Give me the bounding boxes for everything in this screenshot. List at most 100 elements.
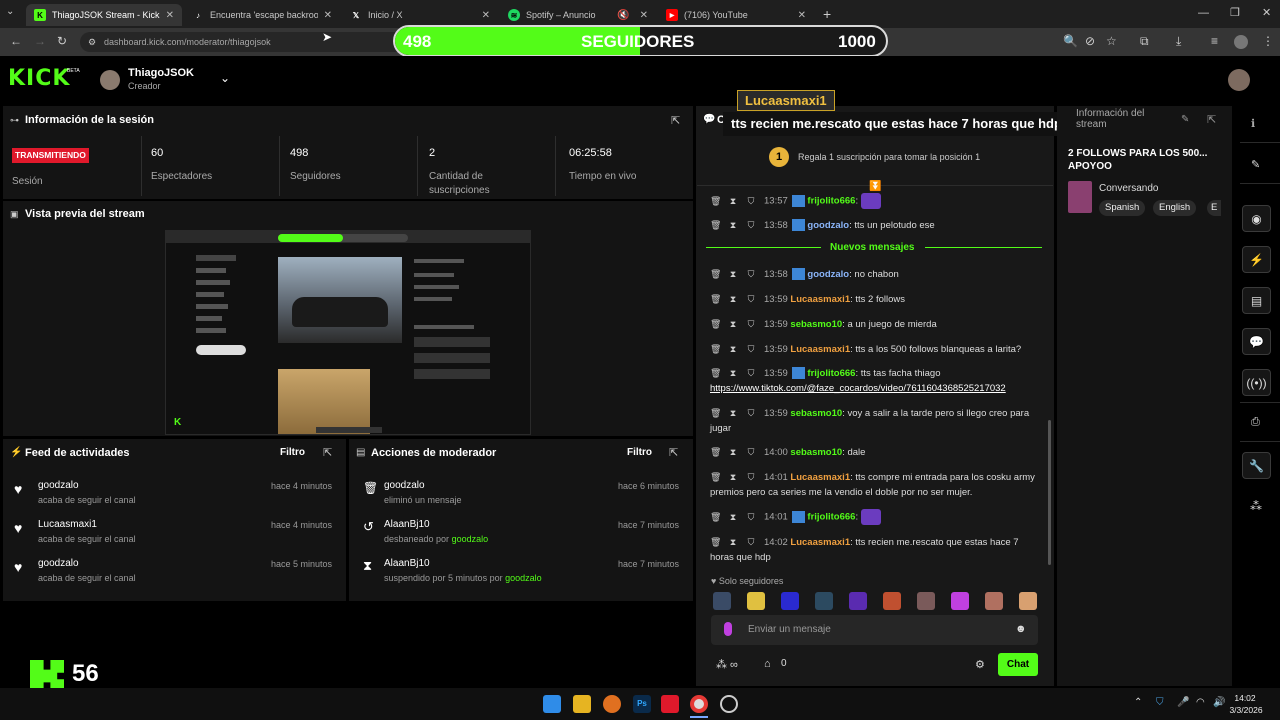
trash-icon[interactable]: 🗑 [710, 470, 721, 485]
tab-spotify[interactable]: ≋ Spotify – Anuncio 🔇 ✕ [500, 4, 656, 26]
dots-icon[interactable]: ⁂ [1250, 499, 1262, 513]
chat-username[interactable]: goodzalo [807, 220, 849, 231]
wifi-icon[interactable]: ◠ [1196, 697, 1205, 708]
chevron-down-icon[interactable]: ⌄ [220, 71, 230, 85]
chat-input[interactable]: Enviar un mensaje ☻ [711, 615, 1038, 645]
tab-kick[interactable]: K ThiagoJSOK Stream - Kick Dashb ✕ [26, 4, 182, 26]
trash-icon[interactable]: 🗑 [710, 317, 721, 332]
trash-icon[interactable]: 🗑 [710, 218, 721, 233]
extensions-icon[interactable]: ⧉ [1140, 34, 1149, 49]
trash-icon[interactable]: 🗑 [710, 445, 721, 460]
filter-button[interactable]: Filtro [280, 447, 305, 458]
hourglass-icon[interactable]: ⧗ [728, 445, 738, 460]
bolt-icon[interactable]: ⚡ [1242, 246, 1271, 273]
shield-icon[interactable]: ⛉ [746, 535, 756, 550]
wps-icon[interactable] [661, 695, 679, 713]
shield-icon[interactable]: ⛉ [746, 406, 756, 421]
close-window-button[interactable]: ✕ [1262, 6, 1271, 19]
steam-icon[interactable] [720, 695, 738, 713]
popout-icon[interactable]: ⇱ [323, 446, 332, 459]
hourglass-icon[interactable]: ⧗ [728, 194, 738, 209]
url-field[interactable]: ⚙ dashboard.kick.com/moderator/thiagojso… [80, 32, 410, 52]
menu-icon[interactable]: ⋮ [1262, 34, 1274, 48]
trash-icon[interactable]: 🗑 [710, 342, 721, 357]
shield-icon[interactable]: ⛉ [746, 366, 756, 381]
shield-icon[interactable]: ⛉ [746, 194, 756, 209]
camera-icon[interactable]: ◉ [1242, 205, 1271, 232]
tab-search-icon[interactable]: ≡ [1211, 34, 1218, 48]
profile-avatar[interactable] [1234, 35, 1248, 49]
mod-by-user[interactable]: goodzalo [505, 573, 542, 583]
maximize-button[interactable]: ❐ [1230, 6, 1240, 19]
hourglass-icon[interactable]: ⧗ [728, 342, 738, 357]
close-icon[interactable]: ✕ [324, 10, 332, 21]
shield-icon[interactable]: ⛉ [746, 510, 756, 525]
pencil-icon[interactable]: ✎ [1251, 158, 1260, 171]
gear-icon[interactable]: ⚙ [975, 658, 985, 671]
points-icon[interactable]: ⁂ ∞ [716, 658, 738, 671]
chat-username[interactable]: frijolito666 [807, 512, 855, 523]
chat-username[interactable]: sebasmo10 [790, 408, 842, 419]
emote-icon[interactable] [713, 592, 731, 610]
printer-icon[interactable]: ⎙ [1251, 416, 1260, 429]
trash-icon[interactable]: 🗑 [710, 535, 721, 550]
close-icon[interactable]: ✕ [640, 10, 648, 21]
hourglass-icon[interactable]: ⧗ [728, 366, 738, 381]
emote-icon[interactable] [883, 592, 901, 610]
hourglass-icon[interactable]: ⧗ [728, 218, 738, 233]
emote-picker-icon[interactable] [724, 622, 732, 636]
hourglass-icon[interactable]: ⧗ [728, 317, 738, 332]
chat-username[interactable]: Lucaasmaxi1 [790, 294, 850, 305]
close-icon[interactable]: ✕ [482, 10, 490, 21]
document-icon[interactable]: ▤ [1242, 287, 1271, 314]
wrench-icon[interactable]: 🔧 [1242, 452, 1271, 479]
send-chat-button[interactable]: Chat [998, 653, 1038, 676]
back-icon[interactable]: ← [10, 34, 22, 48]
chat-icon[interactable]: 💬 [1242, 328, 1271, 355]
trash-icon[interactable]: 🗑 [710, 366, 721, 381]
file-explorer-icon[interactable] [573, 695, 591, 713]
emote-icon[interactable] [917, 592, 935, 610]
clock-date[interactable]: 3/3/2026 [1228, 705, 1264, 715]
emote-icon[interactable] [951, 592, 969, 610]
chat-username[interactable]: goodzalo [807, 269, 849, 280]
chat-username[interactable]: frijolito666 [807, 196, 855, 207]
user-avatar-menu[interactable] [1228, 69, 1250, 91]
mod-by-user[interactable]: goodzalo [452, 534, 489, 544]
chat-username[interactable]: Lucaasmaxi1 [790, 472, 850, 483]
tab-youtube[interactable]: ▶ (7106) YouTube ✕ [658, 4, 814, 26]
chat-scrollbar[interactable] [1048, 420, 1051, 565]
forward-icon[interactable]: → [34, 34, 46, 48]
bookmark-star-icon[interactable]: ☆ [1106, 34, 1117, 48]
chat-username[interactable]: Lucaasmaxi1 [790, 537, 850, 548]
windows-start-icon[interactable] [543, 695, 561, 713]
info-icon[interactable]: ℹ [1251, 117, 1255, 130]
hourglass-icon[interactable]: ⧗ [728, 267, 738, 282]
popout-icon[interactable]: ⇱ [671, 114, 680, 127]
security-icon[interactable]: ⛉ [1156, 697, 1164, 708]
edit-icon[interactable]: ✎ [1181, 114, 1189, 125]
filter-button[interactable]: Filtro [627, 447, 652, 458]
tag[interactable]: English [1153, 200, 1197, 216]
shield-icon[interactable]: ⛉ [746, 342, 756, 357]
trash-icon[interactable]: 🗑 [710, 292, 721, 307]
shield-icon[interactable]: ⛉ [746, 218, 756, 233]
gift-leaderboard-text[interactable]: Regala 1 suscripción para tomar la posic… [798, 152, 980, 162]
mute-icon[interactable]: 🔇 [617, 10, 629, 21]
popout-icon[interactable]: ⇱ [1207, 113, 1216, 126]
hide-icon[interactable]: ⊘ [1085, 34, 1095, 48]
hourglass-icon[interactable]: ⧗ [728, 510, 738, 525]
clock-time[interactable]: 14:02 [1232, 693, 1258, 703]
chat-username[interactable]: Lucaasmaxi1 [790, 344, 850, 355]
emoji-icon[interactable]: ☻ [1015, 623, 1027, 635]
trash-icon[interactable]: 🗑 [710, 267, 721, 282]
emote-icon[interactable] [985, 592, 1003, 610]
tab-search-icon[interactable]: ⌄ [6, 6, 14, 17]
trash-icon[interactable]: 🗑 [710, 406, 721, 421]
emote-icon[interactable] [747, 592, 765, 610]
site-info-icon[interactable]: ⚙ [88, 32, 96, 52]
stream-category[interactable]: Conversando [1099, 183, 1158, 194]
hourglass-icon[interactable]: ⧗ [728, 292, 738, 307]
store-icon[interactable]: ⌂ [764, 658, 771, 670]
stream-video[interactable]: K [165, 230, 531, 435]
